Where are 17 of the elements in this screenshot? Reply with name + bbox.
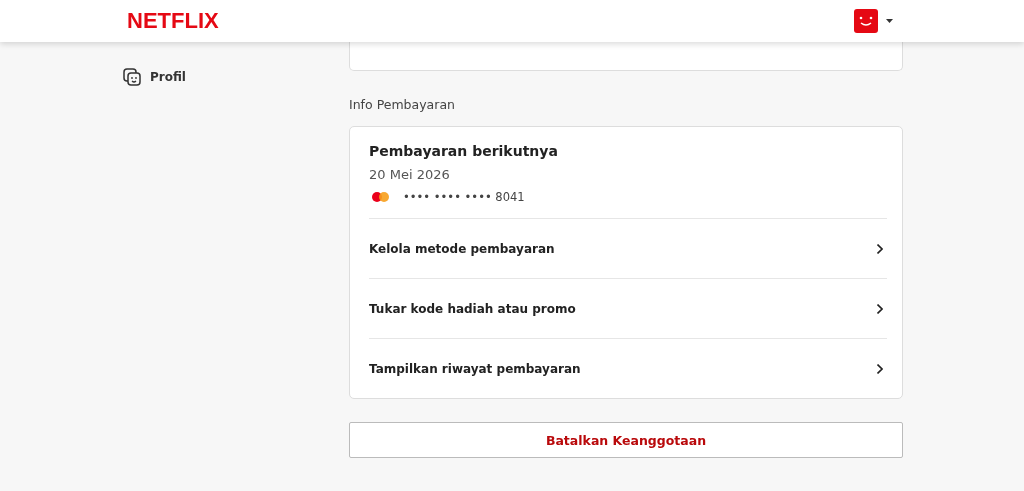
chevron-icon [877, 363, 883, 374]
netflix-logo[interactable]: NETFLIX [127, 8, 219, 34]
profile-avatar-icon[interactable] [854, 9, 878, 33]
next-payment-title: Pembayaran berikutnya [369, 143, 559, 159]
profile-icon [123, 68, 141, 86]
next-payment-date: 20 Mei 2026 [369, 167, 451, 182]
mastercard-icon [372, 192, 390, 202]
section-title: Info Pembayaran [349, 97, 456, 112]
chevron-icon [877, 303, 883, 314]
payment-action-row[interactable]: Tampilkan riwayat pembayaran [369, 339, 887, 398]
caret-icon[interactable] [886, 19, 893, 23]
card-number: •••• •••• •••• 8041 [403, 190, 525, 204]
chevron-icon [877, 243, 883, 254]
cancel-membership-button[interactable]: Batalkan Keanggotaan [349, 422, 903, 458]
payment-action-row[interactable]: Kelola metode pembayaran [369, 219, 887, 279]
sidebar-item[interactable]: Profil [123, 70, 349, 84]
payment-action-row[interactable]: Tukar kode hadiah atau promo [369, 279, 887, 339]
